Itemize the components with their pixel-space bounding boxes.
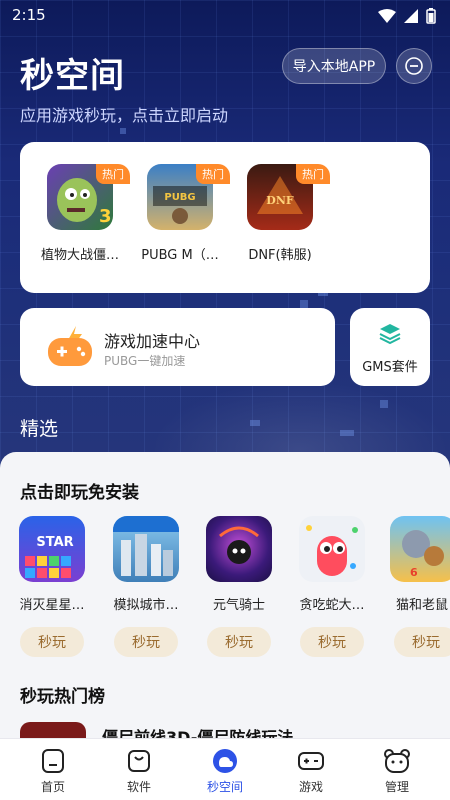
hot-badge: 热门 <box>196 164 230 184</box>
game-item-pvz[interactable]: 3 热门 植物大战僵… <box>30 164 130 263</box>
pop-star-icon: STAR <box>19 516 85 582</box>
instant-play-button[interactable]: 秒玩 <box>207 627 271 657</box>
svg-text:DNF: DNF <box>266 194 294 207</box>
wifi-icon <box>378 9 396 23</box>
game-name: PUBG M（… <box>141 248 219 263</box>
gms-label: GMS套件 <box>362 360 418 375</box>
instant-play-item[interactable]: STAR 消灭星星… 秒玩 <box>12 516 92 657</box>
instant-play-name: 元气骑士 <box>212 598 265 613</box>
cloud-space-icon <box>213 749 237 773</box>
nav-home[interactable]: 首页 <box>18 747 88 795</box>
snake-icon <box>299 516 365 582</box>
nav-cloud-space[interactable]: 秒空间 <box>190 747 260 795</box>
featured-sheet: 点击即玩免安装 STAR 消灭星星… 秒玩 模拟城市… 秒玩 元气骑士 秒玩 贪… <box>0 452 450 752</box>
instant-play-item[interactable]: 贪吃蛇大… 秒玩 <box>292 516 372 657</box>
hot-badge: 热门 <box>96 164 130 184</box>
home-icon <box>42 749 64 773</box>
instant-play-button[interactable]: 秒玩 <box>114 627 178 657</box>
import-local-app-button[interactable]: 导入本地APP <box>282 48 386 84</box>
instant-play-item[interactable]: 元气骑士 秒玩 <box>199 516 279 657</box>
battery-icon <box>426 8 436 24</box>
game-item-dnf[interactable]: DNF 热门 DNF(韩服) <box>230 164 330 263</box>
featured-heading: 精选 <box>20 418 59 440</box>
collapse-button[interactable] <box>396 48 432 84</box>
instant-play-name: 猫和老鼠 <box>396 598 449 613</box>
simcity-icon <box>113 516 179 582</box>
hot-badge: 热门 <box>296 164 330 184</box>
nav-games[interactable]: 游戏 <box>276 747 346 795</box>
bear-face-icon <box>384 749 410 773</box>
nav-label: 软件 <box>126 780 151 794</box>
instant-play-item[interactable]: 模拟城市… 秒玩 <box>106 516 186 657</box>
signal-icon <box>404 9 418 23</box>
game-accelerator-card[interactable]: 游戏加速中心 PUBG一键加速 <box>20 308 335 386</box>
instant-play-title: 点击即玩免安装 <box>20 483 139 503</box>
bottom-navigation: 首页 软件 秒空间 游戏 管理 <box>0 738 450 800</box>
nav-software[interactable]: 软件 <box>104 747 174 795</box>
svg-text:3: 3 <box>99 206 112 227</box>
game-name: 植物大战僵… <box>40 248 119 263</box>
nav-manage[interactable]: 管理 <box>362 747 432 795</box>
nav-label: 管理 <box>384 780 409 794</box>
instant-play-name: 消灭星星… <box>19 598 85 613</box>
ranking-title: 秒玩热门榜 <box>20 687 105 707</box>
bag-icon <box>128 750 150 772</box>
svg-text:STAR: STAR <box>36 535 73 550</box>
svg-text:6: 6 <box>410 566 418 579</box>
status-bar: 2:15 <box>0 0 450 32</box>
page-subtitle: 应用游戏秒玩，点击立即启动 <box>20 106 229 125</box>
instant-play-button[interactable]: 秒玩 <box>394 627 450 657</box>
instant-play-button[interactable]: 秒玩 <box>300 627 364 657</box>
svg-text:PUBG: PUBG <box>164 192 195 203</box>
page-title: 秒空间 <box>20 56 125 96</box>
gamepad-accelerator-icon <box>48 326 92 366</box>
gms-suite-card[interactable]: GMS套件 <box>350 308 430 386</box>
game-name: DNF(韩服) <box>248 248 312 263</box>
minus-icon <box>405 57 423 75</box>
accelerator-title: 游戏加速中心 <box>104 332 201 351</box>
game-item-pubg[interactable]: PUBG 热门 PUBG M（… <box>130 164 230 263</box>
tom-jerry-icon: 6 <box>390 516 450 582</box>
soul-knight-icon <box>206 516 272 582</box>
instant-play-item[interactable]: 6 猫和老鼠 秒玩 <box>384 516 450 657</box>
quick-games-card: 3 热门 植物大战僵… PUBG 热门 PUBG M（… DNF 热门 DNF(… <box>20 142 430 293</box>
status-time: 2:15 <box>12 6 46 24</box>
instant-play-button[interactable]: 秒玩 <box>20 627 84 657</box>
nav-label: 首页 <box>40 780 65 794</box>
nav-label: 秒空间 <box>206 780 243 794</box>
layers-icon <box>379 324 401 345</box>
instant-play-name: 模拟城市… <box>113 598 179 613</box>
gamepad-icon <box>298 752 324 770</box>
instant-play-name: 贪吃蛇大… <box>299 598 365 613</box>
nav-label: 游戏 <box>298 780 323 794</box>
accelerator-subtitle: PUBG一键加速 <box>104 354 186 368</box>
